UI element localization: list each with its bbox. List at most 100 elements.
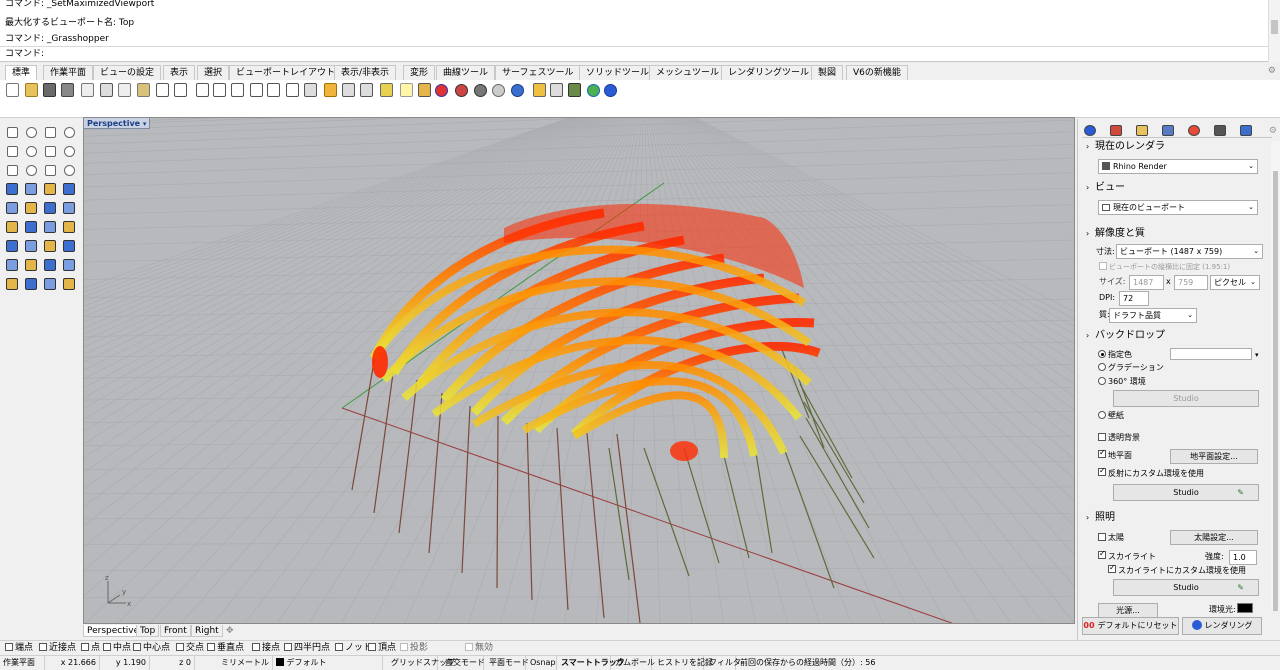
- quality-dropdown[interactable]: ドラフト品質 ⌄: [1109, 308, 1197, 323]
- viewport-label[interactable]: Perspective ▾: [84, 118, 151, 129]
- patch-icon[interactable]: [63, 202, 75, 214]
- current-renderer-chevron-down-icon[interactable]: ›: [1086, 141, 1089, 153]
- boolean-diff-icon[interactable]: [25, 221, 37, 233]
- osnap-2[interactable]: 点: [81, 642, 100, 654]
- grid-array-icon[interactable]: [44, 259, 56, 271]
- display-icon[interactable]: [1162, 125, 1174, 136]
- ground-settings-button[interactable]: 地平面設定...: [1170, 449, 1258, 464]
- copy-icon[interactable]: [118, 83, 131, 97]
- lock-aspect-checkbox[interactable]: ビューポートの縦横比に固定 (1.95:1): [1099, 261, 1230, 273]
- render-properties-icon[interactable]: [1084, 125, 1096, 136]
- extrude-icon[interactable]: [6, 202, 18, 214]
- environment-icon[interactable]: [1214, 125, 1226, 136]
- render-sphere-icon[interactable]: [455, 84, 468, 97]
- viewport-tab-perspective[interactable]: Perspective: [83, 625, 144, 637]
- osnap-10[interactable]: 頂点: [368, 642, 396, 654]
- ellipse-icon[interactable]: [26, 146, 37, 157]
- four-viewports-icon[interactable]: [304, 83, 317, 97]
- lock-icon[interactable]: [418, 83, 431, 97]
- osnap-8[interactable]: 四半円点: [284, 642, 330, 654]
- color-wheel-icon[interactable]: [435, 84, 448, 97]
- osnap-1[interactable]: 近接点: [39, 642, 76, 654]
- osnap-9[interactable]: ノット: [335, 642, 372, 654]
- text-icon[interactable]: [6, 240, 18, 252]
- split-icon[interactable]: [44, 221, 56, 233]
- view-dropdown[interactable]: 現在のビューポート ⌄: [1098, 200, 1258, 215]
- radio[interactable]: [1098, 363, 1106, 371]
- radio[interactable]: [1098, 377, 1106, 385]
- osnap-7[interactable]: 接点: [252, 642, 280, 654]
- shaded-sphere-icon[interactable]: [474, 84, 487, 97]
- wallpaper-radio[interactable]: 壁紙: [1098, 410, 1124, 422]
- edit-pencil-icon[interactable]: ✎: [1237, 485, 1244, 500]
- rectangle-icon[interactable]: [64, 146, 75, 157]
- studio-env-sky[interactable]: Studio ✎: [1113, 579, 1259, 596]
- render-mesh-icon[interactable]: [6, 278, 18, 290]
- circle-icon[interactable]: [7, 146, 18, 157]
- tab-9[interactable]: サーフェスツール: [495, 65, 581, 80]
- lock-aspect-box[interactable]: [1099, 262, 1107, 270]
- osnap-checkbox[interactable]: [335, 643, 343, 651]
- extend-icon[interactable]: [45, 165, 56, 176]
- osnap-checkbox[interactable]: [368, 643, 376, 651]
- curve-icon[interactable]: [64, 127, 75, 138]
- lighting-chevron-down-icon[interactable]: ›: [1086, 512, 1089, 524]
- tab-13[interactable]: 製図: [811, 65, 844, 80]
- box-icon[interactable]: [6, 183, 18, 195]
- tab-6[interactable]: 表示/非表示: [334, 65, 397, 80]
- add-viewport-icon[interactable]: ✥: [223, 625, 237, 637]
- radio[interactable]: [1098, 411, 1106, 419]
- viewport-tab-front[interactable]: Front: [160, 625, 191, 637]
- edit-pencil-icon[interactable]: ✎: [1237, 580, 1244, 595]
- viewport-tab-top[interactable]: Top: [136, 625, 160, 637]
- command-scrollbar[interactable]: [1268, 0, 1280, 62]
- checkbox[interactable]: [1108, 565, 1116, 573]
- transform-icon[interactable]: [63, 259, 75, 271]
- viewport-menu-chevron-down-icon[interactable]: ▾: [143, 120, 147, 128]
- array-icon[interactable]: [44, 240, 56, 252]
- osnap-checkbox[interactable]: [465, 643, 473, 651]
- view-chevron-down-icon[interactable]: ›: [1086, 182, 1089, 194]
- arc-icon[interactable]: [45, 146, 56, 157]
- renderer-dropdown[interactable]: Rhino Render ⌄: [1098, 159, 1258, 174]
- size-dropdown[interactable]: ビューポート (1487 x 759) ⌄: [1116, 244, 1263, 259]
- notification-bell-icon[interactable]: [1240, 125, 1252, 136]
- tab-12[interactable]: レンダリングツール: [721, 65, 817, 80]
- flashlight-icon[interactable]: [533, 83, 546, 97]
- filter-button[interactable]: フィルタ: [706, 656, 741, 670]
- cut-icon[interactable]: [100, 83, 113, 97]
- osnap-checkbox[interactable]: [176, 643, 184, 651]
- command-input[interactable]: コマンド:: [0, 46, 1268, 60]
- checkbox[interactable]: [1098, 551, 1106, 559]
- panel-scrollbar[interactable]: [1271, 141, 1280, 611]
- reset-default-button[interactable]: 00 デフォルトにリセット: [1082, 617, 1179, 635]
- tab-3[interactable]: 表示: [163, 65, 196, 80]
- point-icon[interactable]: [26, 127, 37, 138]
- settings-gear-icon[interactable]: ⚙: [1268, 66, 1276, 76]
- viewport-tab-right[interactable]: Right: [191, 625, 223, 637]
- tab-11[interactable]: メッシュツール: [649, 65, 727, 80]
- color-icon[interactable]: [1188, 125, 1200, 136]
- ortho-toggle[interactable]: 直交モード: [442, 656, 485, 670]
- blue-sphere-icon[interactable]: [511, 84, 524, 97]
- transparent-bg-checkbox[interactable]: 透明背景: [1098, 432, 1140, 444]
- background-color-swatch[interactable]: [1170, 348, 1252, 360]
- print-icon[interactable]: [61, 83, 74, 97]
- lightbulb-icon[interactable]: [400, 83, 413, 97]
- osnap-checkbox[interactable]: [284, 643, 292, 651]
- ghosted-sphere-icon[interactable]: [492, 84, 505, 97]
- backdrop-chevron-down-icon[interactable]: ›: [1086, 330, 1089, 342]
- panel-scroll-thumb[interactable]: [1273, 171, 1278, 611]
- gradient-radio[interactable]: グラデーション: [1098, 362, 1164, 374]
- select-arrow-icon[interactable]: [7, 127, 18, 138]
- osnap-3[interactable]: 中点: [103, 642, 131, 654]
- material-icon[interactable]: [1110, 125, 1122, 136]
- zoom-window-icon[interactable]: [231, 83, 244, 97]
- gumball-toggle[interactable]: ガムボール: [612, 656, 655, 670]
- solid-color-radio[interactable]: 指定色: [1098, 349, 1132, 361]
- osnap-checkbox[interactable]: [103, 643, 111, 651]
- osnap-12[interactable]: 無効: [465, 642, 493, 654]
- osnap-11[interactable]: 投影: [400, 642, 428, 654]
- tab-0[interactable]: 標準: [5, 65, 38, 80]
- paste-icon[interactable]: [137, 83, 150, 97]
